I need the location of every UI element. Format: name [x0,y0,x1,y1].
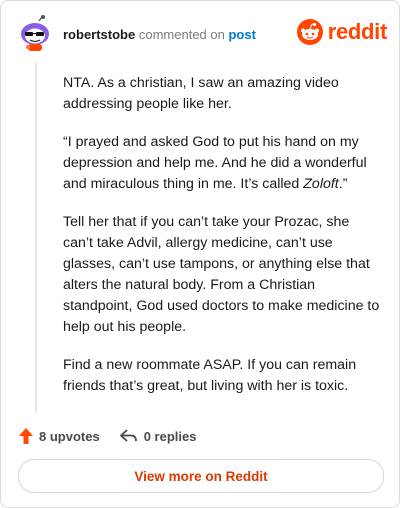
view-more-button[interactable]: View more on Reddit [18,459,384,493]
upvote-button[interactable]: 8 upvotes [19,428,100,444]
comment-body: NTA. As a christian, I saw an amazing vi… [63,73,381,414]
comment-paragraph-1: NTA. As a christian, I saw an amazing vi… [63,75,339,112]
upvote-count: 8 upvotes [39,428,100,444]
comment-action-text: commented on [138,27,225,42]
post-link[interactable]: post [228,27,255,42]
upvote-arrow-icon [19,428,33,444]
reddit-wordmark: reddit [327,19,388,44]
comment-header: robertstobe commented on post reddit [19,15,387,55]
reddit-brand[interactable]: reddit [296,17,388,47]
quote-emphasis: Zoloft [303,176,339,192]
quote-end: .” [338,176,348,192]
comment-paragraph-4: Find a new roommate ASAP. If you can rem… [63,357,357,394]
author-name[interactable]: robertstobe [63,27,135,42]
reddit-comment-embed: robertstobe commented on post reddit NTA… [0,0,400,508]
user-avatar[interactable] [19,15,53,53]
snoo-avatar-icon [21,15,49,51]
comment-paragraph-3: Tell her that if you can’t take your Pro… [63,214,380,335]
thread-line [35,63,37,413]
reply-count: 0 replies [143,428,197,444]
comment-meta: robertstobe commented on post [63,27,256,42]
reddit-logo-icon [296,19,323,45]
reply-arrow-icon [119,429,137,442]
comment-paragraph-2: “I prayed and asked God to put his hand … [63,132,381,195]
reply-button[interactable]: 0 replies [119,428,197,444]
comment-actions: 8 upvotes 0 replies [19,425,216,447]
